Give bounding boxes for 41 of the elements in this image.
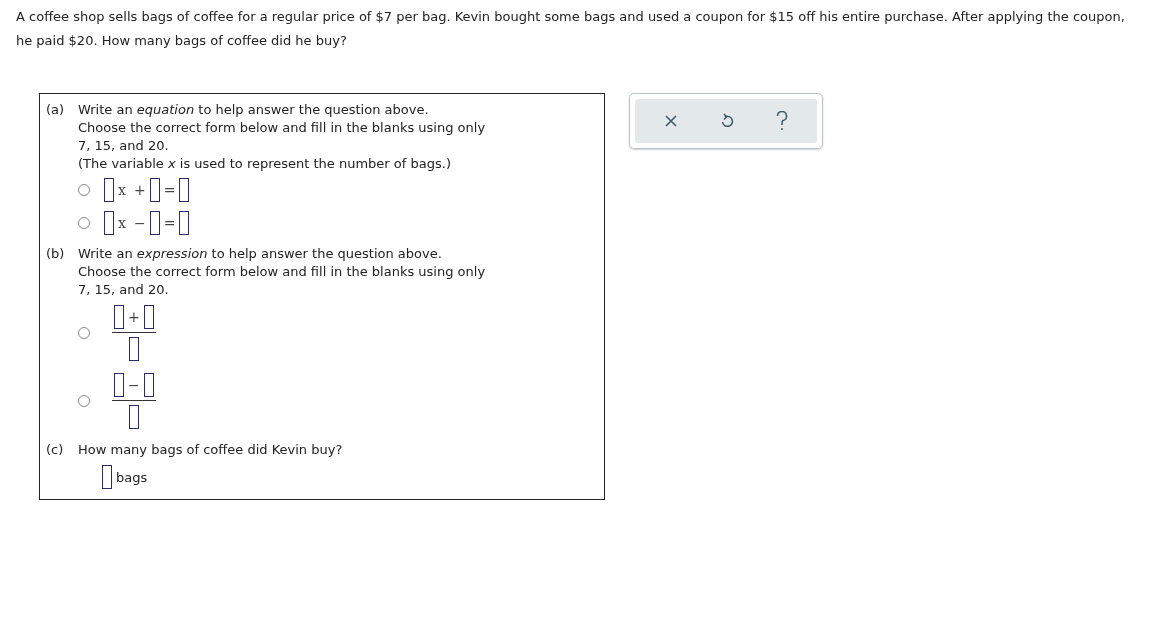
instruction-text: How many bags of coffee did Kevin buy? [78,441,343,459]
instruction-text: Write an expression to help answer the question above. [78,245,443,263]
instruction-text: 7, 15, and 20. [78,137,170,155]
operator-text: − [133,215,146,231]
operator-text: + [128,309,140,325]
answer-blank[interactable] [114,305,124,329]
radio-button[interactable] [78,395,90,407]
operator-text: + [133,182,146,198]
answer-blank[interactable] [128,405,139,429]
instruction-text: (The variable x is used to represent the number of bags.) [78,155,452,173]
answer-blank[interactable] [102,465,112,489]
answer-blank[interactable] [114,373,124,397]
instruction-text: Choose the correct form below and fill in the blanks using only [78,119,486,137]
radio-button[interactable] [78,217,90,229]
answer-blank[interactable] [143,373,154,397]
equals-text: = [163,215,176,231]
question-text: A coffee shop sells bags of coffee for a regular price of $7 per bag. Kevin bought some bags and used a coupon for $15 off his entire purchase. After applying the coupon, he paid $20. How many bags of coffee did he buy? [16,8,1126,50]
operator-text: − [128,377,140,393]
variable-text: x [118,182,126,198]
part-label: (a) [46,101,66,119]
undo-icon [720,113,734,129]
answer-blank[interactable] [104,211,114,235]
unit-text: bags [116,469,148,485]
answer-blank[interactable] [128,337,139,361]
equals-text: = [163,182,176,198]
answer-blank[interactable] [179,211,190,235]
answer-blank[interactable] [149,211,160,235]
radio-button[interactable] [78,184,90,196]
answer-blank[interactable] [104,178,114,202]
instruction-text: 7, 15, and 20. [78,281,170,299]
part-label: (b) [46,245,66,263]
part-label: (c) [46,441,65,459]
instruction-text: Write an equation to help answer the question above. [78,101,430,119]
instruction-text: Choose the correct form below and fill in the blanks using only [78,263,486,281]
close-icon [664,114,678,128]
answer-blank[interactable] [143,305,154,329]
help-icon [776,111,788,131]
radio-button[interactable] [78,327,90,339]
variable-text: x [118,215,126,231]
answer-blank[interactable] [179,178,190,202]
answer-blank[interactable] [149,178,160,202]
